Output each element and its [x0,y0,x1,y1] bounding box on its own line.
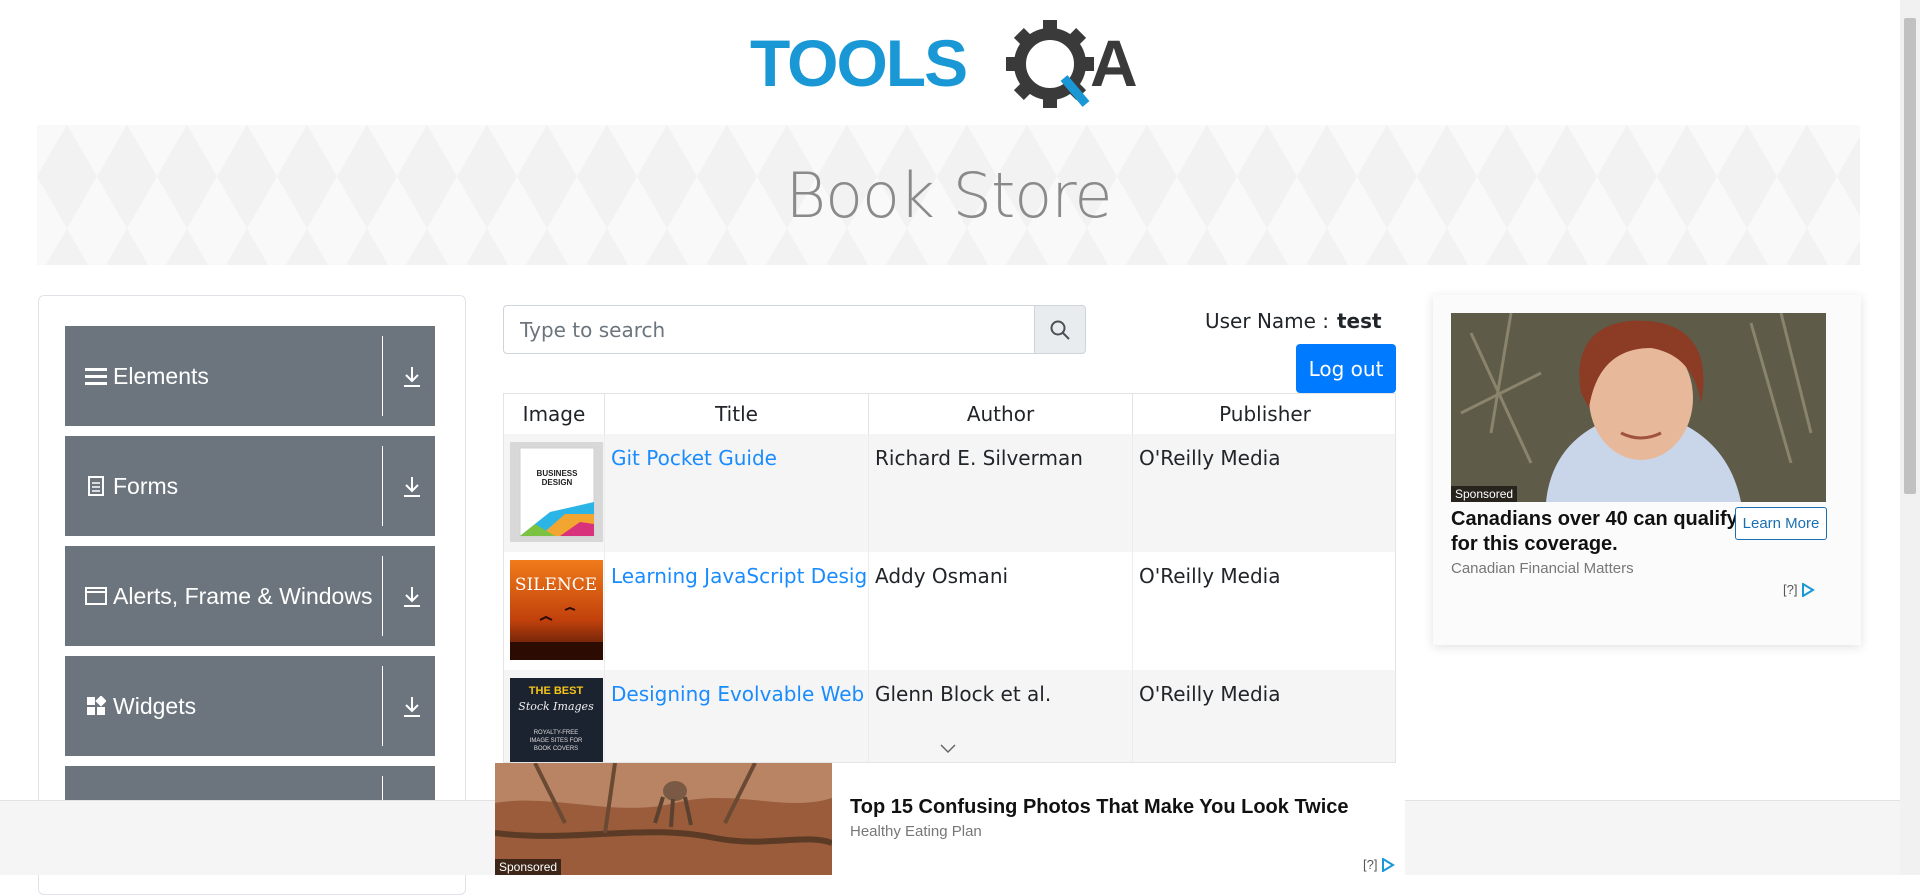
book-publisher: O'Reilly Media [1139,682,1281,706]
group-forms[interactable]: Forms [65,436,435,536]
username-value: test [1337,309,1382,333]
group-label-elements: Elements [113,362,209,389]
document-icon [85,475,107,497]
scrollbar-thumb[interactable] [1904,18,1916,494]
group-alerts[interactable]: Alerts, Frame & Windows [65,546,435,646]
username-label: User Name : [1205,309,1330,333]
ad-photo[interactable]: Sponsored [1451,313,1826,502]
group-elements[interactable]: Elements [65,326,435,426]
chevron-down-icon[interactable] [938,742,958,756]
window-icon [85,585,107,607]
ad-headline[interactable]: Canadians over 40 can qualify for this c… [1451,507,1741,557]
toolsqa-logo-svg: TOOLS A [750,20,1138,108]
group-widgets[interactable]: Widgets [65,656,435,756]
hamburger-icon [85,365,107,387]
ad-bottom-photo[interactable]: Sponsored [495,763,832,875]
books-table: Image Title Author Publisher BUSINESS DE… [503,393,1396,763]
ad-source[interactable]: Canadian Financial Matters [1451,560,1634,577]
book-title-link[interactable]: Designing Evolvable Web APIs with ASP.NE… [611,682,868,706]
adchoices[interactable]: [?] [1783,582,1816,597]
search-icon [1050,320,1070,340]
page-banner: Book Store [37,125,1860,265]
book-publisher: O'Reilly Media [1139,446,1281,470]
group-label-widgets: Widgets [113,692,197,719]
sponsored-ad-right[interactable]: Sponsored Canadians over 40 can qualify … [1433,295,1861,645]
sponsored-ad-bottom[interactable]: Sponsored Top 15 Confusing Photos That M… [495,763,1405,875]
book-author: Richard E. Silverman [869,434,1133,552]
group-divider [382,666,383,746]
adchoices-help[interactable]: [?] [1363,857,1377,872]
column-header-publisher[interactable]: Publisher [1133,394,1395,434]
download-icon[interactable] [399,584,425,610]
group-label-alerts: Alerts, Frame & Windows [113,582,373,609]
page-title: Book Store [785,158,1113,232]
download-icon[interactable] [399,694,425,720]
book-title-link[interactable]: Git Pocket Guide [611,446,777,470]
column-header-title[interactable]: Title [605,394,869,434]
svg-text:BOOK COVERS: BOOK COVERS [534,746,578,752]
toolsqa-logo[interactable]: TOOLS A [750,18,1155,114]
table-header: Image Title Author Publisher [504,394,1395,434]
svg-text:ROYALTY-FREE: ROYALTY-FREE [534,730,579,736]
table-row: SILENCE Learning JavaScript Design Patte… [504,552,1395,670]
group-divider [382,446,383,526]
book-author: Glenn Block et al. [869,670,1133,762]
adchoices[interactable]: [?] [1363,857,1396,872]
sponsored-label: Sponsored [1451,486,1518,502]
search-input[interactable] [503,305,1034,354]
gear-icon [1006,20,1094,108]
svg-text:BUSINESS: BUSINESS [537,469,579,478]
book-cover-image: THE BEST Stock Images ROYALTY-FREE IMAGE… [510,678,603,762]
download-icon[interactable] [399,474,425,500]
svg-text:Stock Images: Stock Images [518,700,594,713]
svg-text:THE BEST: THE BEST [529,685,584,697]
book-publisher: O'Reilly Media [1139,564,1281,588]
ad-bottom-source[interactable]: Healthy Eating Plan [850,823,982,840]
learn-more-button[interactable]: Learn More [1735,507,1827,540]
adchoices-help[interactable]: [?] [1783,582,1797,597]
svg-text:SILENCE: SILENCE [515,575,597,595]
group-label-forms: Forms [113,472,179,499]
search-button[interactable] [1034,305,1086,354]
ad-bottom-headline[interactable]: Top 15 Confusing Photos That Make You Lo… [850,796,1349,819]
page-scrollbar[interactable] [1900,0,1920,875]
download-icon[interactable] [399,364,425,390]
group-divider [382,556,383,636]
logout-button[interactable]: Log out [1296,344,1396,393]
search-box [503,305,1086,354]
book-author: Addy Osmani [869,552,1133,670]
book-cover-image: SILENCE [510,560,603,660]
logo-text-tools: TOOLS [750,26,966,100]
group-divider [382,336,383,416]
column-header-image[interactable]: Image [504,394,605,434]
logo-text-a: A [1090,26,1138,100]
book-title-link[interactable]: Learning JavaScript Design Patterns [611,564,868,588]
table-row: BUSINESS DESIGN Git Pocket Guide Richard… [504,434,1395,552]
svg-text:IMAGE SITES FOR: IMAGE SITES FOR [530,738,583,744]
adchoices-icon[interactable] [1381,857,1396,872]
book-cover-cell: SILENCE [504,552,605,670]
book-cover-cell: THE BEST Stock Images ROYALTY-FREE IMAGE… [504,670,605,762]
svg-text:DESIGN: DESIGN [542,478,573,487]
sponsored-label: Sponsored [495,859,562,875]
column-header-author[interactable]: Author [869,394,1133,434]
book-cover-cell: BUSINESS DESIGN [504,434,605,552]
widgets-icon [85,695,107,717]
adchoices-icon[interactable] [1801,582,1816,597]
book-cover-image: BUSINESS DESIGN [510,442,603,542]
